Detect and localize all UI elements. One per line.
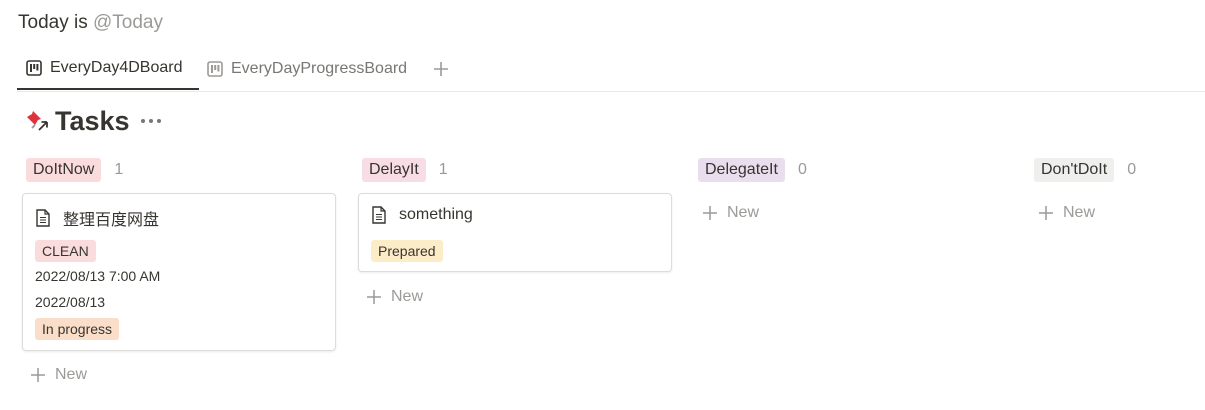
column-badge[interactable]: DelayIt: [362, 158, 426, 182]
column-badge[interactable]: DoItNow: [26, 158, 102, 182]
card-date: 2022/08/13: [35, 294, 106, 310]
column-count: 1: [438, 161, 448, 178]
new-label: New: [55, 366, 88, 383]
plus-icon: [1039, 206, 1053, 220]
new-label: New: [727, 204, 760, 221]
page-title-row: Tasks: [24, 104, 162, 138]
tab-label: EveryDay4DBoard: [50, 59, 183, 76]
today-prefix: Today is: [18, 12, 88, 33]
card-title-row: something: [371, 206, 473, 224]
column-badge[interactable]: Don'tDoIt: [1034, 158, 1115, 182]
card-datetime: 2022/08/13 7:00 AM: [35, 268, 161, 284]
column-count: 0: [797, 161, 807, 178]
tab-everyday4dboard[interactable]: EveryDay4DBoard: [17, 48, 199, 90]
new-card-button[interactable]: New: [366, 288, 423, 306]
column-header-delegateit: DelegateIt 0: [698, 158, 807, 182]
category-tag: CLEAN: [35, 240, 96, 262]
column-count: 1: [114, 161, 124, 178]
card-title: something: [399, 206, 473, 223]
new-label: New: [391, 288, 424, 305]
plus-icon: [31, 368, 45, 382]
today-line: Today is @Today: [18, 10, 163, 36]
board-view-icon: [26, 60, 42, 76]
plus-icon: [703, 206, 717, 220]
column-badge[interactable]: DelegateIt: [698, 158, 785, 182]
board-card[interactable]: something Prepared: [358, 193, 672, 272]
new-label: New: [1063, 204, 1096, 221]
add-view-icon[interactable]: [429, 57, 453, 81]
plus-icon: [367, 290, 381, 304]
column-header-dontdoit: Don'tDoIt 0: [1034, 158, 1136, 182]
status-tag: In progress: [35, 318, 120, 340]
card-title-row: 整理百度网盘: [35, 206, 159, 230]
more-options-icon[interactable]: [140, 116, 162, 126]
pushpin-icon: [27, 111, 48, 131]
board-view-icon: [207, 61, 223, 77]
column-header-delayit: DelayIt 1: [362, 158, 448, 182]
document-icon: [36, 209, 50, 227]
tab-label: EveryDayProgressBoard: [231, 60, 408, 77]
status-tag: Prepared: [371, 240, 443, 262]
new-card-button[interactable]: New: [702, 204, 759, 222]
board-card[interactable]: 整理百度网盘 CLEAN 2022/08/13 7:00 AM 2022/08/…: [22, 193, 336, 351]
card-title: 整理百度网盘: [63, 212, 160, 229]
column-header-doitnow: DoItNow 1: [26, 158, 123, 182]
column-count: 0: [1127, 161, 1137, 178]
document-icon: [372, 206, 386, 224]
page-title: Tasks: [55, 105, 130, 136]
tab-everydayprogressboard[interactable]: EveryDayProgressBoard: [207, 48, 407, 90]
new-card-button[interactable]: New: [30, 366, 87, 384]
today-date-mention[interactable]: @Today: [93, 12, 163, 33]
view-tabs: EveryDay4DBoard EveryDayProgressBoard: [17, 48, 1205, 92]
new-card-button[interactable]: New: [1038, 204, 1095, 222]
